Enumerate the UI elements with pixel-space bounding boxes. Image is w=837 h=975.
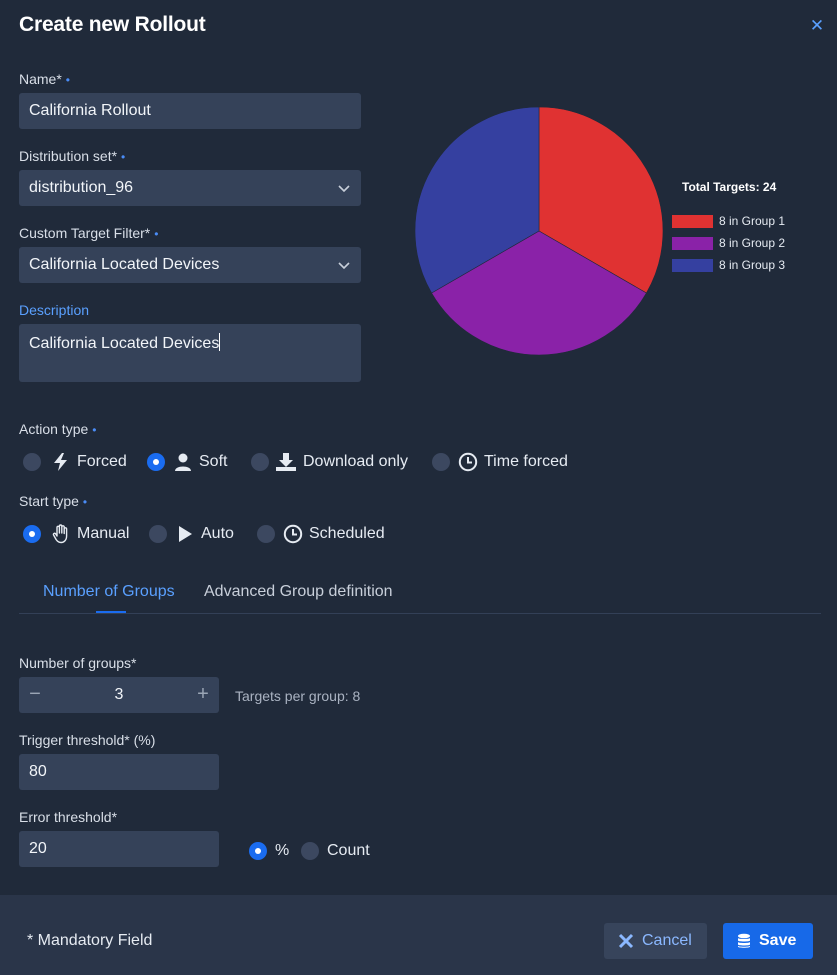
radio-button[interactable] <box>301 842 319 860</box>
action-type-time-forced[interactable]: Time forced <box>432 452 568 472</box>
distribution-set-label-text: Distribution set* <box>19 148 118 164</box>
description-textarea[interactable]: California Located Devices <box>19 324 361 382</box>
start-type-label: Start type • <box>19 493 87 509</box>
legend-label: 8 in Group 1 <box>719 214 786 228</box>
dialog-title: Create new Rollout <box>19 13 206 36</box>
custom-target-filter-select[interactable]: California Located Devices <box>19 247 361 283</box>
start-type-manual[interactable]: Manual <box>23 524 129 544</box>
radio-button[interactable] <box>149 525 167 543</box>
chart-title: Total Targets: 24 <box>682 180 777 194</box>
option-label: Scheduled <box>309 525 385 542</box>
close-icon <box>618 933 634 949</box>
cancel-button[interactable]: Cancel <box>604 923 707 959</box>
hand-icon <box>52 524 68 544</box>
radio-button[interactable] <box>23 453 41 471</box>
save-button[interactable]: Save <box>723 923 813 959</box>
trigger-threshold-input[interactable]: 80 <box>19 754 219 790</box>
action-type-download-only[interactable]: Download only <box>251 452 408 472</box>
legend-label: 8 in Group 2 <box>719 236 786 250</box>
error-threshold-input[interactable]: 20 <box>19 831 219 867</box>
targets-pie-chart <box>414 106 664 356</box>
distribution-set-label: Distribution set* • <box>19 148 125 164</box>
option-label: Manual <box>77 525 130 542</box>
database-icon <box>738 933 750 948</box>
start-type-scheduled[interactable]: Scheduled <box>257 524 385 544</box>
action-type-soft[interactable]: Soft <box>147 452 227 472</box>
number-of-groups-value[interactable]: 3 <box>19 686 219 704</box>
legend-item-group-1: 8 in Group 1 <box>672 214 785 228</box>
chevron-down-icon <box>338 262 350 270</box>
legend-swatch <box>672 258 713 272</box>
required-dot-icon: • <box>154 227 159 241</box>
option-label: % <box>275 842 290 859</box>
option-label: Auto <box>201 525 234 542</box>
required-dot-icon: • <box>121 150 126 164</box>
distribution-set-select[interactable]: distribution_96 <box>19 170 361 206</box>
error-unit-percent[interactable]: % <box>249 842 289 860</box>
chevron-down-icon <box>338 185 350 193</box>
name-label-text: Name* <box>19 71 62 87</box>
targets-per-group-text: Targets per group: 8 <box>235 688 361 704</box>
number-of-groups-stepper[interactable]: − 3 + <box>19 677 219 713</box>
action-type-label-text: Action type <box>19 421 89 437</box>
legend-item-group-2: 8 in Group 2 <box>672 236 785 250</box>
error-unit-count[interactable]: Count <box>301 842 370 860</box>
legend-swatch <box>672 236 713 250</box>
clock-icon <box>458 452 478 472</box>
option-label: Download only <box>303 453 408 470</box>
save-label: Save <box>759 932 797 949</box>
name-label: Name* • <box>19 71 70 87</box>
mandatory-field-note: * Mandatory Field <box>27 932 153 949</box>
required-dot-icon: • <box>65 73 70 87</box>
option-label: Forced <box>77 453 127 470</box>
distribution-set-value: distribution_96 <box>29 179 134 196</box>
close-icon[interactable]: ✕ <box>807 16 827 36</box>
radio-button[interactable] <box>23 525 41 543</box>
clock-icon <box>283 524 303 544</box>
description-value: California Located Devices <box>29 335 220 352</box>
action-type-label: Action type • <box>19 421 96 437</box>
legend-swatch <box>672 214 713 228</box>
plus-icon[interactable]: + <box>193 684 213 704</box>
option-label: Time forced <box>484 453 568 470</box>
name-input[interactable]: California Rollout <box>19 93 361 129</box>
start-type-label-text: Start type <box>19 493 79 509</box>
number-of-groups-label: Number of groups* <box>19 655 137 671</box>
option-label: Count <box>327 842 370 859</box>
radio-button[interactable] <box>249 842 267 860</box>
radio-button[interactable] <box>251 453 269 471</box>
tab-number-of-groups[interactable]: Number of Groups <box>43 583 175 601</box>
text-caret <box>219 333 221 351</box>
action-type-forced[interactable]: Forced <box>23 452 127 472</box>
description-label: Description <box>19 302 90 318</box>
radio-button[interactable] <box>257 525 275 543</box>
download-icon <box>276 453 296 471</box>
custom-target-filter-label-text: Custom Target Filter* <box>19 225 151 241</box>
play-icon <box>179 526 192 542</box>
tab-advanced-group-definition[interactable]: Advanced Group definition <box>204 583 393 601</box>
user-icon <box>175 453 191 471</box>
required-dot-icon: • <box>92 423 97 437</box>
custom-target-filter-label: Custom Target Filter* • <box>19 225 158 241</box>
active-tab-indicator <box>96 611 126 613</box>
start-type-auto[interactable]: Auto <box>149 524 234 544</box>
legend-label: 8 in Group 3 <box>719 258 786 272</box>
required-dot-icon: • <box>82 495 88 509</box>
bolt-icon <box>54 453 67 471</box>
error-threshold-label: Error threshold* <box>19 809 118 825</box>
trigger-threshold-label: Trigger threshold* (%) <box>19 732 156 748</box>
radio-button[interactable] <box>432 453 450 471</box>
radio-button[interactable] <box>147 453 165 471</box>
custom-target-filter-value: California Located Devices <box>29 256 220 273</box>
tabs-divider <box>19 613 821 614</box>
legend-item-group-3: 8 in Group 3 <box>672 258 785 272</box>
option-label: Soft <box>199 453 228 470</box>
cancel-label: Cancel <box>642 932 692 949</box>
